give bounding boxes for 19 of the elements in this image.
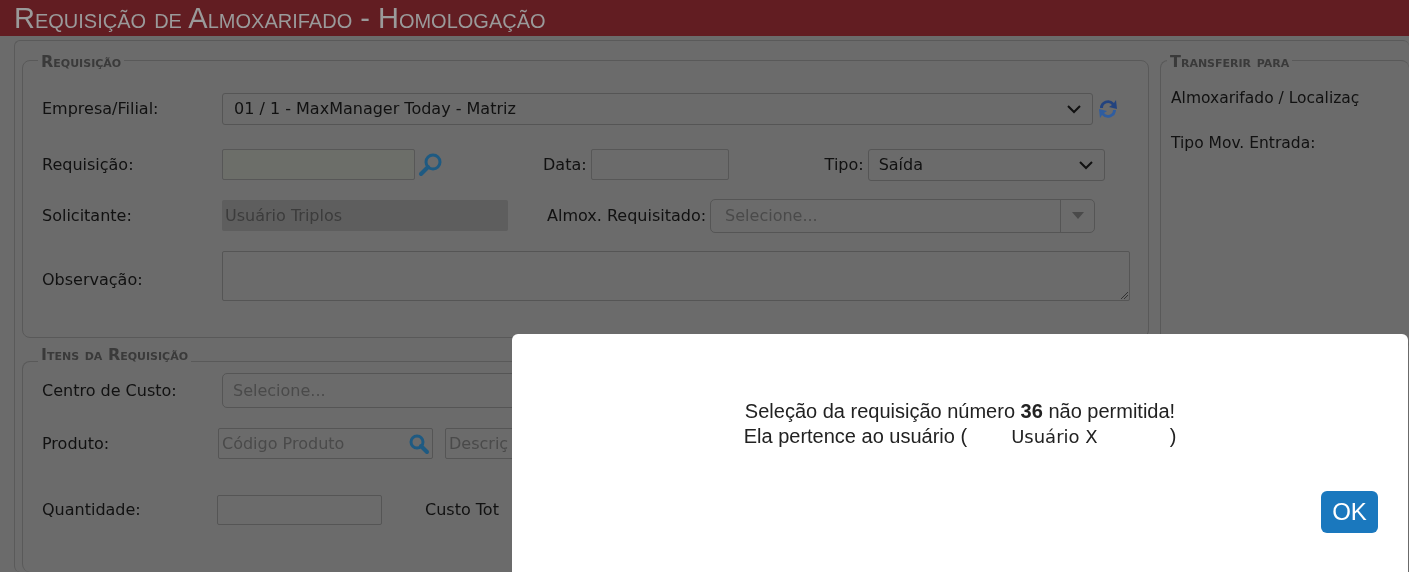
field-label: Data: [543,153,587,176]
field-label: Quantidade: [42,499,142,521]
field-label: Solicitante: [42,204,133,227]
field-label: Observação: [42,269,144,291]
field-label: Tipo Mov. Entrada: [1171,133,1317,155]
ok-button[interactable]: OK [1321,491,1378,533]
field-label: Tipo: [824,153,864,176]
dialog-message: Ela pertence ao usuário ( Usuário X ) [743,424,1177,449]
field-label: Requisição: [42,153,135,176]
field-label: Produto: [42,432,111,455]
field-label: Custo Tot [425,499,499,521]
page-title: Requisição de Almoxarifado - Homologação [14,3,546,33]
field-label: Empresa/Filial: [42,98,160,120]
field-label: Almox. Requisitado: [547,204,707,227]
field-label: Centro de Custo: [42,379,178,402]
select-field[interactable]: Saída [867,148,1105,181]
field-label: Almoxarifado / Localizaç [1171,88,1360,109]
select-field[interactable]: 01 / 1 - MaxManager Today - Matriz [222,93,1093,125]
dialog-message: Seleção da requisição número 36 não permitida! [744,399,1176,424]
